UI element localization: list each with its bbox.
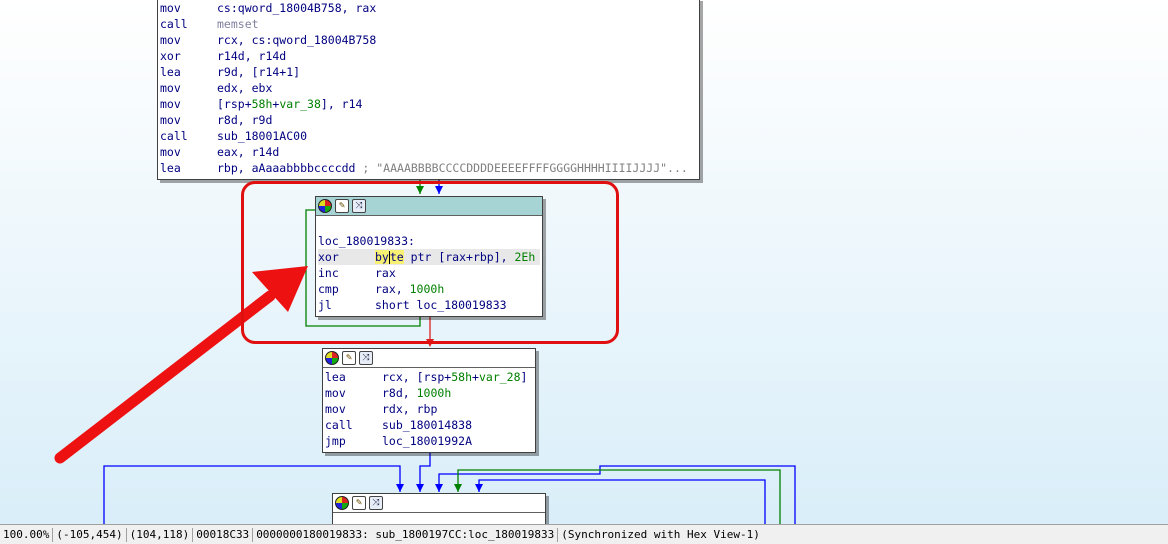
operand: [rsp+58h+var_38], r14	[217, 96, 362, 112]
instruction-line[interactable]: lea rcx, [rsp+58h+var_28]	[325, 369, 533, 385]
file-offset: 00018C33	[193, 527, 254, 542]
mnemonic: mov	[325, 402, 346, 416]
operand-text: memset	[217, 17, 259, 31]
operand: memset	[217, 16, 259, 32]
mnemonic: lea	[325, 370, 346, 384]
mnemonic: call	[160, 17, 188, 31]
mnemonic: mov	[160, 81, 181, 95]
mnemonic: mov	[160, 113, 181, 127]
instruction-line[interactable]: jmp loc_18001992A	[325, 433, 533, 449]
operand: rcx, cs:qword_18004B758	[217, 32, 376, 48]
zoom-level: 100.00%	[0, 527, 54, 542]
status-bar: 100.00% (-105,454) (104,118) 00018C33 00…	[0, 524, 1168, 544]
stack-offset: var_38	[279, 97, 321, 111]
edge-arrowhead	[454, 484, 462, 492]
graph-icon[interactable]: ⤨	[359, 351, 373, 365]
operand: edx, ebx	[217, 80, 272, 96]
operand-text: eax, r14d	[217, 145, 280, 159]
instruction-line[interactable]: lea r9d, [r14+1]	[160, 64, 697, 80]
operand: rdx, rbp	[382, 402, 438, 416]
immediate: 58h	[451, 370, 473, 384]
immediate: 1000h	[416, 386, 452, 400]
operand-text: sub_18001AC00	[217, 129, 308, 143]
operand: +	[472, 370, 479, 384]
color-wheel-icon[interactable]	[325, 351, 339, 365]
operand-text: edx, ebx	[217, 81, 273, 95]
stack-offset: 58h	[251, 97, 273, 111]
mnemonic: mov	[160, 145, 181, 159]
operand-text: r14d, r14d	[217, 49, 287, 63]
operand: rcx, [rsp+	[382, 370, 452, 384]
operand-text: rcx, cs:qword_18004B758	[217, 33, 377, 47]
instruction-line[interactable]: mov edx, ebx	[160, 80, 697, 96]
graph-view[interactable]: mov cs:qword_18004B758, rax call memset mov r…	[0, 0, 1168, 524]
edge-arrowhead	[416, 484, 424, 492]
current-location: 0000000180019833: sub_1800197CC:loc_1800…	[253, 527, 559, 542]
operand: r8d,	[382, 386, 417, 400]
mnemonic: lea	[160, 161, 181, 175]
edge-arrowhead	[435, 484, 443, 492]
operand: sub_18001AC00	[217, 128, 307, 144]
instruction-line[interactable]: mov rcx, cs:qword_18004B758	[160, 32, 697, 48]
instruction-line[interactable]: lea rbp, aAaaabbbbccccdd ; "AAAABBBBCCCCD…	[160, 160, 697, 176]
mnemonic: lea	[160, 65, 181, 79]
instruction-line[interactable]: call sub_180014838	[325, 417, 533, 433]
instruction-line[interactable]: mov r8d, 1000h	[325, 385, 533, 401]
instruction-line[interactable]: mov rdx, rbp	[325, 401, 533, 417]
operand: r9d, [r14+1]	[217, 64, 300, 80]
instruction-line[interactable]: mov eax, r14d	[160, 144, 697, 160]
mnemonic: mov	[325, 386, 346, 400]
operand: cs:qword_18004B758, rax	[217, 0, 376, 16]
jump-target[interactable]: loc_18001992A	[382, 433, 472, 449]
edge-arrowhead	[396, 484, 404, 492]
mnemonic: mov	[160, 33, 181, 47]
mouse-coords: (-105,454)	[53, 527, 127, 542]
operand-text: r8d, r9d	[217, 113, 273, 127]
operand-part: [rsp+	[217, 97, 252, 111]
instruction-line[interactable]: call sub_18001AC00	[160, 128, 697, 144]
operand-text: cs:qword_18004B758, rax	[217, 1, 377, 15]
call-target[interactable]: sub_180014838	[382, 417, 472, 433]
code-block-top[interactable]: mov cs:qword_18004B758, rax call memset mov r…	[157, 0, 700, 180]
code-block-top-body: mov cs:qword_18004B758, rax call memset mov r…	[158, 0, 699, 177]
mnemonic: mov	[160, 1, 181, 15]
mnemonic: call	[325, 418, 353, 432]
instruction-line[interactable]: mov r8d, r9d	[160, 112, 697, 128]
mnemonic: jmp	[325, 434, 346, 448]
operand-text: rbp, aAaaabbbbccccdd	[217, 161, 356, 175]
color-wheel-icon[interactable]	[335, 496, 349, 510]
graph-coords: (104,118)	[127, 527, 194, 542]
pencil-icon[interactable]: ✎	[352, 496, 366, 510]
code-block-bottom[interactable]: ✎ ⤨	[332, 493, 546, 524]
string-comment: ; "AAAABBBBCCCCDDDDEEEEFFFFGGGGHHHHIIIIJ…	[355, 161, 688, 175]
mnemonic: mov	[160, 97, 181, 111]
mnemonic: xor	[160, 49, 181, 63]
operand: r8d, r9d	[217, 112, 272, 128]
instruction-line[interactable]: mov cs:qword_18004B758, rax	[160, 0, 697, 16]
mnemonic: call	[160, 129, 188, 143]
annotation-arrow-shaft	[54, 290, 276, 464]
stack-var: var_28	[478, 370, 521, 384]
operand: r14d, r14d	[217, 48, 286, 64]
block-header[interactable]: ✎ ⤨	[333, 494, 545, 513]
instruction-line[interactable]: mov [rsp+58h+var_38], r14	[160, 96, 697, 112]
instruction-line[interactable]: call memset	[160, 16, 697, 32]
operand-part: ], r14	[320, 97, 363, 111]
instruction-line[interactable]: xor r14d, r14d	[160, 48, 697, 64]
operand: rbp, aAaaabbbbccccdd	[217, 160, 355, 176]
block-header[interactable]: ✎ ⤨	[323, 349, 535, 368]
edge-arrowhead	[475, 484, 483, 492]
graph-icon[interactable]: ⤨	[369, 496, 383, 510]
pencil-icon[interactable]: ✎	[342, 351, 356, 365]
operand: eax, r14d	[217, 144, 279, 160]
highlight-box	[241, 181, 619, 344]
sync-status: (Synchronized with Hex View-1)	[561, 527, 760, 541]
operand-text: r9d, [r14+1]	[217, 65, 301, 79]
code-block-mid[interactable]: ✎ ⤨ lea rcx, [rsp+58h+var_28] mov r8d, 1…	[322, 348, 536, 453]
operand: ]	[520, 370, 528, 384]
